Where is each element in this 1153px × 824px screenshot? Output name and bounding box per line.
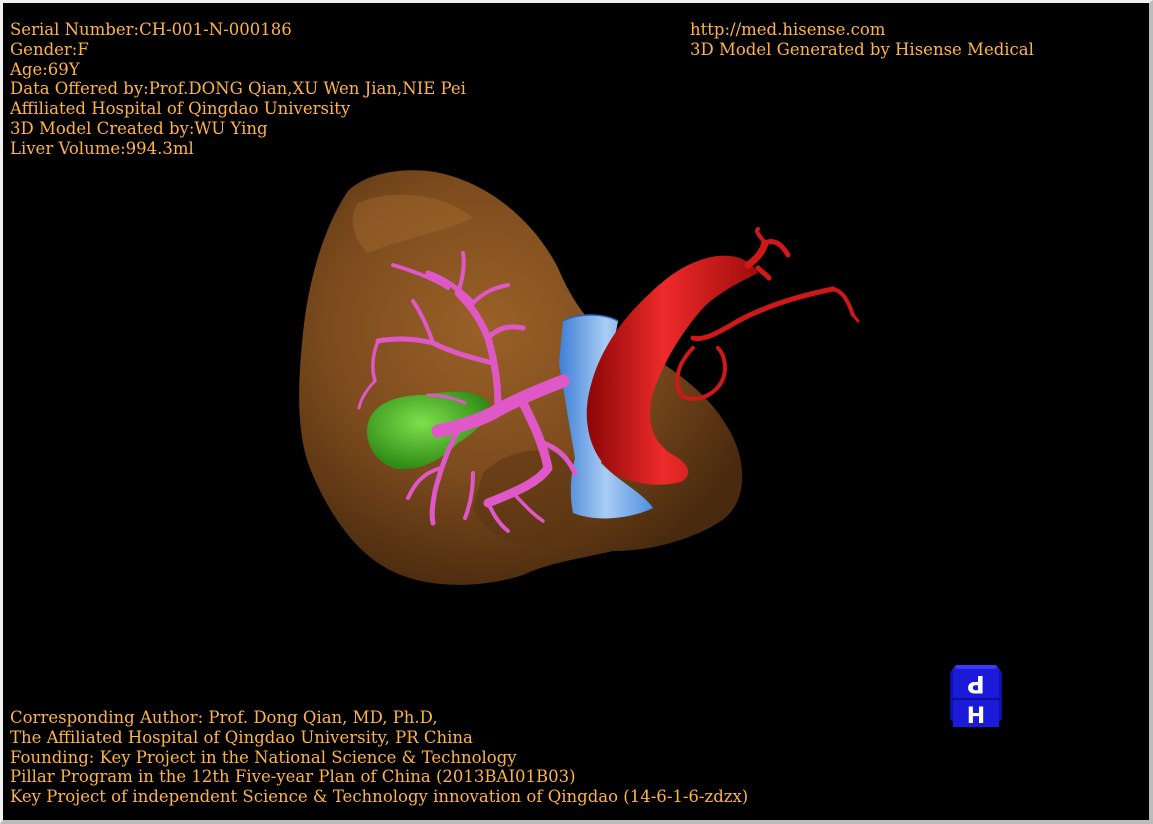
credits-panel: Corresponding Author: Prof. Dong Qian, M… [10, 708, 748, 807]
generator-info-panel: http://med.hisense.com 3D Model Generate… [690, 20, 1034, 60]
website-label: http://med.hisense.com [690, 20, 886, 39]
hospital-label: Affiliated Hospital of Qingdao Universit… [10, 99, 351, 119]
pillar-program-label: Pillar Program in the 12th Five-year Pla… [10, 767, 576, 787]
model-creator-label: 3D Model Created by:WU Ying [10, 118, 268, 138]
patient-info-panel: Serial Number:CH-001-N-000186 Gender:F A… [10, 20, 466, 159]
affiliation-label: The Affiliated Hospital of Qingdao Unive… [10, 727, 473, 747]
key-project-label: Key Project of independent Science & Tec… [10, 787, 749, 807]
corresponding-author-label: Corresponding Author: Prof. Dong Qian, M… [10, 708, 438, 727]
cube-top-face-label: P [967, 670, 985, 698]
serial-number-label: Serial Number:CH-001-N-000186 [10, 20, 292, 39]
cube-front-face-label: H [967, 704, 985, 729]
generator-label: 3D Model Generated by Hisense Medical [690, 39, 1034, 59]
liver-volume-label: Liver Volume:994.3ml [10, 138, 194, 158]
orientation-cube-icon[interactable]: P H [948, 663, 1004, 729]
founding-label: Founding: Key Project in the National Sc… [10, 747, 517, 767]
aorta-branches [675, 227, 860, 401]
3d-viewer-viewport[interactable]: Serial Number:CH-001-N-000186 Gender:F A… [0, 0, 1153, 824]
age-label: Age:69Y [10, 59, 80, 79]
gender-label: Gender:F [10, 39, 89, 59]
data-offered-label: Data Offered by:Prof.DONG Qian,XU Wen Ji… [10, 79, 466, 99]
